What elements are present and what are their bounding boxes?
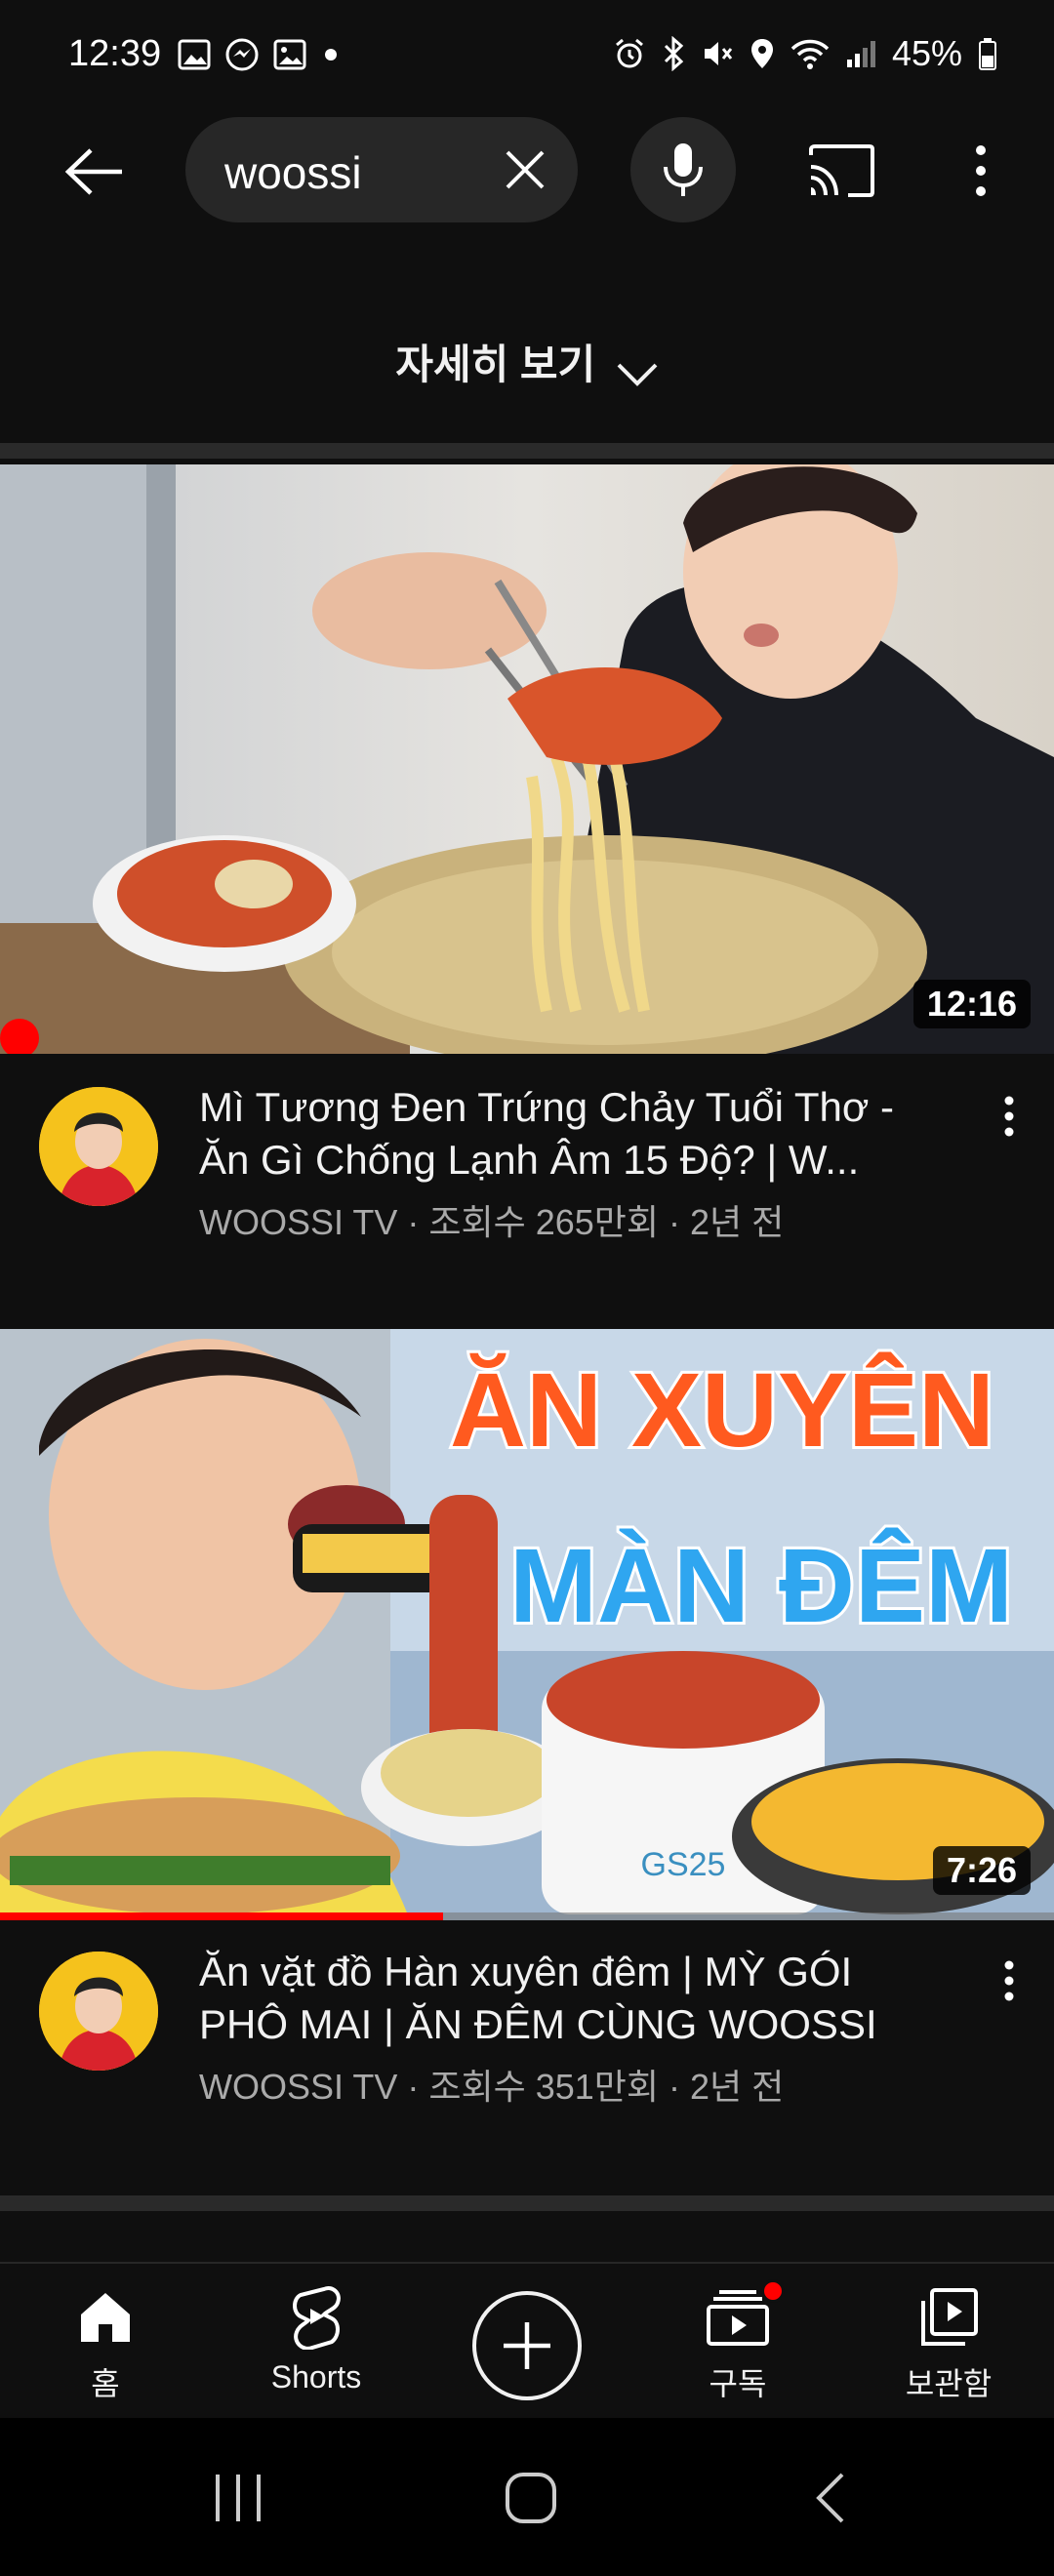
- nav-home[interactable]: 홈: [27, 2283, 183, 2404]
- search-header: woossi: [0, 115, 1054, 232]
- video-meta: Mì Tương Đen Trứng Chảy Tuổi Thơ - Ăn Gì…: [0, 1067, 1054, 1243]
- status-time: 12:39: [68, 33, 162, 74]
- more-vert-icon: [976, 145, 986, 196]
- nav-subscriptions-label: 구독: [709, 2366, 767, 2401]
- progress-scrubber: [0, 1019, 39, 1054]
- messenger-icon: [225, 38, 259, 71]
- subscriptions-icon: [707, 2290, 769, 2346]
- clear-search-button[interactable]: [496, 141, 554, 199]
- close-icon: [506, 150, 545, 189]
- cast-icon: [809, 144, 874, 197]
- nav-shorts[interactable]: Shorts: [238, 2283, 394, 2395]
- video-duration: 12:16: [912, 980, 1031, 1028]
- channel-avatar[interactable]: [39, 1952, 158, 2071]
- more-vert-icon: [1004, 1960, 1014, 2001]
- system-icons: 45%: [613, 33, 997, 74]
- video-thumbnail[interactable]: ĂN XUYÊN MÀN ĐÊM GS25 7:26: [0, 1329, 1054, 1920]
- alarm-icon: [615, 38, 643, 68]
- more-details-label: 자세히 보기: [395, 342, 596, 387]
- plus-icon: [504, 2322, 550, 2369]
- shorts-icon: [293, 2286, 341, 2350]
- battery-percent: 45%: [891, 33, 962, 73]
- home-icon: [81, 2293, 130, 2342]
- bluetooth-icon: [664, 36, 684, 71]
- cast-button[interactable]: [800, 139, 882, 203]
- nav-home-label: 홈: [91, 2366, 120, 2401]
- thumbnail-image: ĂN XUYÊN MÀN ĐÊM GS25: [0, 1329, 1054, 1920]
- video-duration: 7:26: [932, 1846, 1031, 1895]
- create-button[interactable]: [472, 2291, 582, 2400]
- nav-shorts-label: Shorts: [270, 2359, 362, 2395]
- system-navigation-bar: [0, 2418, 1054, 2576]
- video-channel-info: WOOSSI TV · 조회수 265만회 · 2년 전: [199, 1202, 785, 1242]
- search-query: woossi: [224, 147, 362, 198]
- voice-search-button[interactable]: [630, 117, 736, 222]
- notification-icons: [178, 37, 342, 72]
- home-button[interactable]: [492, 2467, 570, 2529]
- recent-apps-icon: [216, 2475, 261, 2521]
- thumbnail-image: [0, 464, 1054, 1054]
- thumbnail-title-line2: MÀN ĐÊM: [509, 1526, 1013, 1644]
- library-icon: [921, 2288, 978, 2346]
- store-logo-text: GS25: [641, 1846, 726, 1883]
- battery-icon: [979, 38, 996, 70]
- bottom-navigation: 홈 Shorts 구독 보관함: [0, 2262, 1054, 2418]
- more-options-button[interactable]: [954, 139, 1007, 203]
- nav-library-label: 보관함: [905, 2366, 993, 2401]
- microphone-icon: [664, 143, 703, 196]
- section-divider: [0, 443, 1054, 459]
- image-icon: [178, 39, 211, 70]
- back-system-button[interactable]: [790, 2467, 869, 2529]
- avatar-image: [39, 1952, 158, 2071]
- wifi-icon: [790, 39, 830, 69]
- location-icon: [750, 39, 773, 68]
- arrow-left-icon: [64, 148, 122, 195]
- nav-library[interactable]: 보관함: [871, 2283, 1027, 2404]
- back-button[interactable]: [59, 137, 129, 207]
- recent-apps-button[interactable]: [199, 2467, 277, 2529]
- video-meta: Ăn vặt đồ Hàn xuyên đêm | MỲ GÓI PHÔ MAI…: [0, 1932, 1054, 2108]
- signal-icon: [846, 41, 875, 67]
- status-bar: 12:39 45%: [0, 0, 1054, 115]
- more-details-toggle[interactable]: 자세히 보기: [0, 332, 1054, 391]
- thumbnail-title-line1: ĂN XUYÊN: [450, 1350, 994, 1469]
- home-circle-icon: [506, 2473, 556, 2523]
- nav-subscriptions[interactable]: 구독: [660, 2279, 816, 2404]
- section-divider: [0, 2195, 1054, 2211]
- watch-progress-fill: [0, 1912, 443, 1920]
- notification-dot: [761, 2279, 785, 2303]
- video-title[interactable]: Mì Tương Đen Trứng Chảy Tuổi Thơ - Ăn Gì…: [199, 1081, 951, 1187]
- gallery-icon: [273, 39, 306, 70]
- video-thumbnail[interactable]: 12:16: [0, 464, 1054, 1054]
- dot-icon: [325, 49, 337, 60]
- watch-progress-bar: [0, 1912, 1054, 1920]
- video-action-menu-button[interactable]: [992, 1087, 1027, 1146]
- chevron-down-icon: [617, 363, 658, 386]
- avatar-image: [39, 1087, 158, 1206]
- video-action-menu-button[interactable]: [992, 1952, 1027, 2010]
- chevron-left-icon: [816, 2473, 844, 2523]
- search-input[interactable]: woossi: [185, 117, 578, 222]
- video-channel-info: WOOSSI TV · 조회수 351만회 · 2년 전: [199, 2067, 785, 2107]
- more-vert-icon: [1004, 1096, 1014, 1137]
- mute-icon: [704, 42, 733, 65]
- video-title[interactable]: Ăn vặt đồ Hàn xuyên đêm | MỲ GÓI PHÔ MAI…: [199, 1946, 951, 2051]
- channel-avatar[interactable]: [39, 1087, 158, 1206]
